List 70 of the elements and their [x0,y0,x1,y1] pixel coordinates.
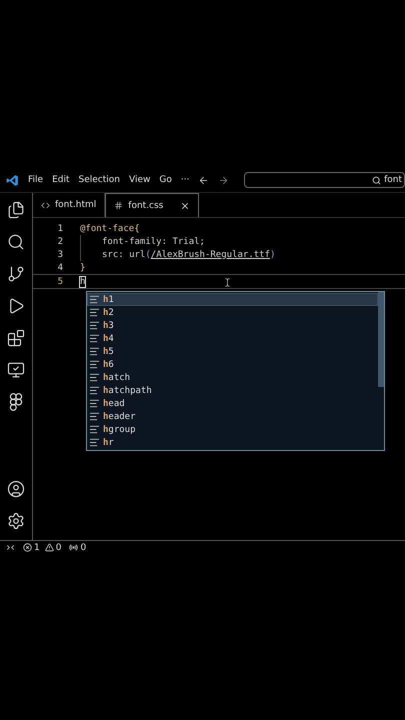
code-token: font-family: Trial; [102,236,205,246]
remote-icon[interactable] [6,543,15,552]
lines-icon [89,385,100,396]
suggestion-item[interactable]: hatch [87,371,378,384]
line-number: 3 [56,250,64,260]
line-number: 4 [56,262,64,272]
menu-item[interactable]: ··· [180,175,190,185]
code-token: ( [145,250,151,260]
menu-item[interactable]: View [128,175,150,185]
error-icon[interactable] [23,543,32,552]
lines-icon [89,359,100,370]
logo-icon [6,174,19,186]
editor-tab[interactable]: font.html [33,193,106,217]
settings-icon[interactable] [7,512,25,530]
account-icon[interactable] [7,480,25,498]
lines-icon [89,346,100,357]
code-token: ) [270,250,276,260]
suggestion-item[interactable]: hatchpath [87,384,378,397]
search-icon[interactable] [7,233,25,251]
text-cursor-icon [223,278,232,287]
files-icon[interactable] [7,201,25,219]
editor-tab[interactable]: font.css [105,193,200,217]
code-token: } [80,262,86,272]
lines-icon [89,294,100,305]
ports-count[interactable]: 0 [80,542,86,552]
extensions-icon[interactable] [7,329,25,347]
menu-item[interactable]: File [28,175,44,185]
code-token: /AlexBrush-Regular.ttf [150,250,270,260]
close-icon[interactable] [180,200,190,210]
suggestion-item[interactable]: header [87,410,378,423]
lines-icon [89,437,100,448]
code-icon [41,200,50,210]
lines-icon [89,424,100,435]
error-count[interactable]: 1 [34,542,40,552]
line-number: 1 [56,224,64,234]
warning-count[interactable]: 0 [56,542,62,552]
search-icon [372,176,382,184]
lines-icon [89,411,100,422]
lines-icon [89,372,100,383]
branch-icon[interactable] [7,265,25,283]
antenna-icon[interactable] [69,543,78,552]
suggestion-item[interactable]: h2 [87,306,378,319]
suggestion-item[interactable]: hr [87,436,378,449]
suggestion-item[interactable]: h5 [87,345,378,358]
code-token: src: url [102,250,146,260]
search-field[interactable]: font [244,172,405,188]
suggestion-item[interactable]: head [87,397,378,410]
lines-icon [89,398,100,409]
code-token: { [134,224,140,234]
forward-arrow-icon[interactable] [218,174,230,186]
typed-text: h [80,276,86,286]
suggestion-item[interactable]: hgroup [87,423,378,436]
line-number: 5 [56,276,64,286]
line-number: 2 [56,236,64,246]
suggestion-item[interactable]: h4 [87,332,378,345]
run-icon[interactable] [7,297,25,315]
monitor-icon[interactable] [7,361,25,379]
hash-icon [114,201,124,210]
suggestion-item[interactable]: h1 [87,293,378,306]
lines-icon [89,333,100,344]
warning-icon[interactable] [44,543,54,552]
menu-item[interactable]: Selection [78,175,120,185]
back-arrow-icon[interactable] [198,174,210,186]
suggestion-item[interactable]: h6 [87,358,378,371]
lines-icon [89,320,100,331]
suggestion-item[interactable]: h3 [87,319,378,332]
menu-item[interactable]: Edit [52,175,70,185]
menu-item[interactable]: Go [159,175,172,185]
code-token: @font-face [80,224,134,234]
lines-icon [89,307,100,318]
